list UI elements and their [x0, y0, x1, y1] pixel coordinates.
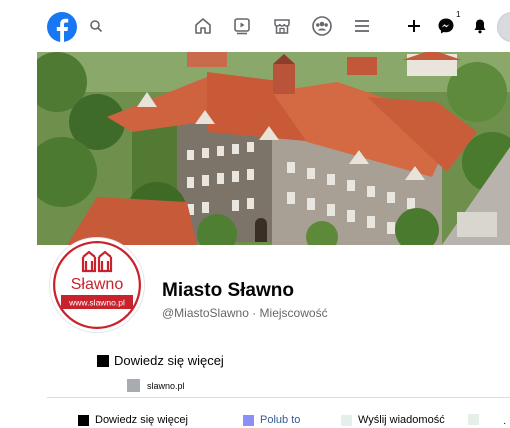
send-message-button[interactable]: Wyślij wiadomość [341, 414, 445, 426]
learn-more-label: Dowiedz się więcej [114, 353, 224, 368]
groups-icon[interactable] [310, 14, 334, 38]
cover-photo[interactable] [37, 52, 510, 245]
like-icon [243, 414, 254, 426]
search-icon[interactable] [84, 14, 108, 38]
learn-more-button[interactable]: Dowiedz się więcej [78, 414, 188, 426]
learn-more-link[interactable]: Dowiedz się więcej [97, 353, 224, 368]
notifications-icon[interactable] [468, 14, 492, 38]
more-options-icon[interactable] [468, 414, 479, 425]
messenger-badge: 1 [456, 10, 461, 19]
home-icon[interactable] [191, 14, 215, 38]
profile-picture[interactable]: Sławno www.slawno.pl [50, 238, 144, 332]
page-username-category: @MiastoSlawno · Miejscowość [162, 306, 328, 320]
account-avatar[interactable] [497, 12, 510, 42]
top-nav-bar: 1 [0, 0, 510, 52]
plus-icon[interactable] [402, 14, 426, 38]
website-link[interactable]: slawno.pl [127, 379, 185, 392]
page-title: Miasto Sławno [162, 280, 294, 301]
info-icon [78, 414, 89, 426]
profile-logo-text: Sławno [71, 276, 124, 293]
website-label: slawno.pl [147, 380, 185, 391]
info-icon [97, 354, 109, 367]
more-options-dot: · [503, 418, 507, 428]
send-message-button-label: Wyślij wiadomość [358, 414, 445, 426]
message-icon [341, 414, 352, 426]
learn-more-button-label: Dowiedz się więcej [95, 414, 188, 426]
like-button-label: Polub to [260, 414, 301, 426]
facebook-logo-icon[interactable] [47, 12, 77, 42]
profile-logo-url: www.slawno.pl [68, 298, 125, 308]
messenger-icon[interactable] [434, 14, 458, 38]
globe-icon [127, 379, 140, 392]
watch-icon[interactable] [230, 14, 254, 38]
menu-icon[interactable] [350, 14, 374, 38]
marketplace-icon[interactable] [270, 14, 294, 38]
divider [47, 397, 510, 398]
like-button[interactable]: Polub to [243, 414, 300, 426]
